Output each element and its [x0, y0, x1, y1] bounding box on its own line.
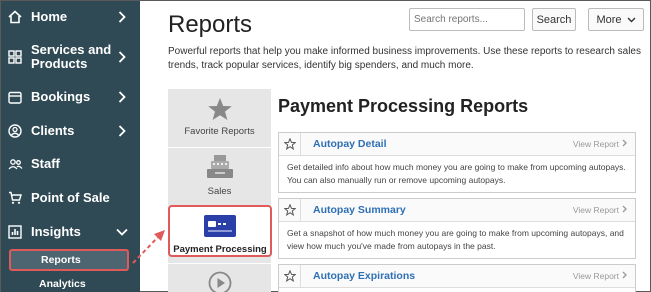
sidebar-item-services-and-products[interactable]: Services and Products [1, 42, 140, 72]
cart-icon [7, 190, 23, 206]
star-icon [207, 97, 233, 124]
chevron-right-icon [116, 51, 128, 63]
sidebar-item-staff[interactable]: Staff [1, 154, 140, 174]
view-report-label: View Report [572, 271, 619, 281]
sidebar-item-label: Bookings [31, 89, 91, 104]
chevron-right-icon [622, 271, 627, 281]
calendar-icon [7, 89, 23, 105]
report-description: Get detailed info about how much money y… [287, 162, 626, 185]
view-report-link[interactable]: View Report [573, 205, 627, 215]
chevron-right-icon [116, 11, 128, 23]
play-icon [208, 271, 232, 292]
sidebar-subitem-label: Analytics [39, 278, 86, 290]
report-header: Autopay Detail View Report [279, 132, 635, 156]
sidebar-item-home[interactable]: Home [1, 7, 140, 27]
more-button-label: More [596, 13, 622, 26]
sidebar-item-label: Services and Products [31, 42, 112, 71]
credit-card-icon [203, 214, 237, 241]
favorite-star-icon[interactable] [279, 132, 301, 156]
page-description: Powerful reports that help you make info… [168, 46, 641, 71]
sidebar: Home Services and Products Bookings Clie… [1, 1, 140, 292]
chevron-right-icon [116, 125, 128, 137]
home-icon [7, 9, 23, 25]
report-link[interactable]: Autopay Detail [301, 138, 573, 150]
category-favorite-reports[interactable]: Favorite Reports [168, 89, 271, 146]
chart-icon [7, 224, 23, 240]
sidebar-item-label: Staff [31, 156, 60, 171]
grid-icon [7, 49, 23, 65]
sidebar-subitem-label: Reports [41, 254, 81, 266]
report-card-autopay-expirations: Autopay Expirations View Report [278, 264, 636, 292]
category-payment-processing[interactable]: Payment Processing [168, 205, 272, 257]
report-header: Autopay Summary View Report [279, 198, 635, 222]
sidebar-item-label: Insights [31, 224, 81, 239]
chevron-down-icon [116, 228, 128, 236]
search-button[interactable]: Search [532, 8, 576, 31]
category-label: Favorite Reports [184, 126, 255, 137]
category-more[interactable] [168, 263, 271, 292]
sidebar-subitem-analytics[interactable]: Analytics [9, 273, 129, 292]
view-report-link[interactable]: View Report [573, 139, 627, 149]
view-report-label: View Report [572, 139, 619, 149]
chevron-down-icon [627, 14, 636, 26]
sidebar-item-bookings[interactable]: Bookings [1, 87, 140, 107]
sidebar-item-label: Point of Sale [31, 190, 110, 205]
sidebar-item-label: Home [31, 9, 68, 24]
more-button[interactable]: More [588, 8, 644, 31]
chevron-right-icon [622, 205, 627, 215]
sidebar-subitem-reports[interactable]: Reports [9, 249, 129, 271]
chevron-right-icon [622, 139, 627, 149]
page-title: Reports [168, 11, 253, 38]
sidebar-item-point-of-sale[interactable]: Point of Sale [1, 188, 140, 208]
view-report-label: View Report [572, 205, 619, 215]
report-card-autopay-detail: Autopay Detail View Report Get detailed … [278, 132, 636, 193]
favorite-star-icon[interactable] [279, 264, 301, 288]
view-report-link[interactable]: View Report [573, 271, 627, 281]
chevron-right-icon [116, 91, 128, 103]
search-input[interactable] [409, 8, 525, 31]
sidebar-item-label: Clients [31, 123, 75, 138]
report-card-autopay-summary: Autopay Summary View Report Get a snapsh… [278, 198, 636, 259]
report-header: Autopay Expirations View Report [279, 264, 635, 288]
category-sales[interactable]: Sales [168, 147, 271, 203]
panel-title: Payment Processing Reports [278, 96, 529, 116]
favorite-star-icon[interactable] [279, 198, 301, 222]
people-icon [7, 156, 23, 172]
category-label: Sales [207, 186, 232, 197]
category-list: Favorite Reports Sales [168, 89, 271, 292]
report-description: Get a snapshot of how much money you are… [287, 228, 624, 251]
cash-register-icon [205, 154, 235, 183]
sidebar-item-insights[interactable]: Insights [1, 222, 140, 242]
report-link[interactable]: Autopay Summary [301, 204, 573, 216]
category-label: Payment Processing [173, 244, 267, 255]
sidebar-item-clients[interactable]: Clients [1, 121, 140, 141]
user-circle-icon [7, 123, 23, 139]
main-content: Reports Search More Powerful reports tha… [140, 1, 651, 292]
report-link[interactable]: Autopay Expirations [301, 270, 573, 282]
